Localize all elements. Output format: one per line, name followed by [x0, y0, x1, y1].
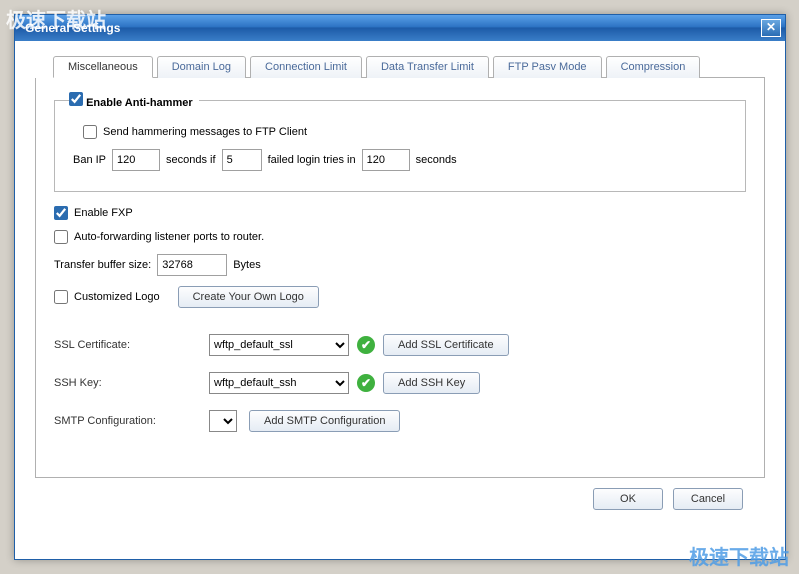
- anti-hammer-group: Enable Anti-hammer Send hammering messag…: [54, 92, 746, 192]
- customized-logo-checkbox[interactable]: [54, 290, 68, 304]
- add-ssh-key-button[interactable]: Add SSH Key: [383, 372, 480, 394]
- enable-fxp-label: Enable FXP: [74, 207, 133, 219]
- window-title: General Settings: [25, 21, 761, 35]
- enable-anti-hammer-checkbox[interactable]: [69, 92, 83, 106]
- ban-ip-seconds-input[interactable]: [112, 149, 160, 171]
- cancel-button[interactable]: Cancel: [673, 488, 743, 510]
- transfer-buffer-label: Transfer buffer size:: [54, 259, 151, 271]
- auto-forwarding-checkbox[interactable]: [54, 230, 68, 244]
- tab-miscellaneous[interactable]: Miscellaneous: [53, 56, 153, 78]
- customized-logo-label: Customized Logo: [74, 291, 160, 303]
- failed-tries-label: failed login tries in: [268, 154, 356, 166]
- failed-tries-input[interactable]: [222, 149, 262, 171]
- ok-button[interactable]: OK: [593, 488, 663, 510]
- ban-ip-label: Ban IP: [73, 154, 106, 166]
- add-smtp-config-button[interactable]: Add SMTP Configuration: [249, 410, 400, 432]
- ssh-key-select[interactable]: wftp_default_ssh: [209, 372, 349, 394]
- send-hammering-messages-checkbox[interactable]: [83, 125, 97, 139]
- misc-panel: Enable Anti-hammer Send hammering messag…: [35, 78, 765, 478]
- ssh-key-label: SSH Key:: [54, 377, 209, 389]
- check-ok-icon: ✔: [357, 374, 375, 392]
- ssl-cert-select[interactable]: wftp_default_ssl: [209, 334, 349, 356]
- window-seconds-input[interactable]: [362, 149, 410, 171]
- titlebar: General Settings ✕: [15, 15, 785, 41]
- dialog-footer: OK Cancel: [35, 478, 765, 510]
- transfer-buffer-unit: Bytes: [233, 259, 261, 271]
- smtp-config-select[interactable]: [209, 410, 237, 432]
- tab-domain-log[interactable]: Domain Log: [157, 56, 246, 78]
- tab-ftp-pasv-mode[interactable]: FTP Pasv Mode: [493, 56, 602, 78]
- close-icon[interactable]: ✕: [761, 19, 781, 37]
- create-logo-button[interactable]: Create Your Own Logo: [178, 286, 319, 308]
- tab-connection-limit[interactable]: Connection Limit: [250, 56, 362, 78]
- seconds-if-label: seconds if: [166, 154, 216, 166]
- enable-fxp-checkbox[interactable]: [54, 206, 68, 220]
- dialog-window: General Settings ✕ Miscellaneous Domain …: [14, 14, 786, 560]
- content-area: Miscellaneous Domain Log Connection Limi…: [15, 41, 785, 520]
- seconds-label: seconds: [416, 154, 457, 166]
- ssl-cert-label: SSL Certificate:: [54, 339, 209, 351]
- tab-data-transfer-limit[interactable]: Data Transfer Limit: [366, 56, 489, 78]
- transfer-buffer-input[interactable]: [157, 254, 227, 276]
- tab-strip: Miscellaneous Domain Log Connection Limi…: [53, 55, 765, 78]
- smtp-config-label: SMTP Configuration:: [54, 415, 209, 427]
- enable-anti-hammer-label: Enable Anti-hammer: [86, 97, 193, 109]
- send-hammering-messages-label: Send hammering messages to FTP Client: [103, 126, 307, 138]
- add-ssl-cert-button[interactable]: Add SSL Certificate: [383, 334, 509, 356]
- check-ok-icon: ✔: [357, 336, 375, 354]
- tab-compression[interactable]: Compression: [606, 56, 701, 78]
- auto-forwarding-label: Auto-forwarding listener ports to router…: [74, 231, 264, 243]
